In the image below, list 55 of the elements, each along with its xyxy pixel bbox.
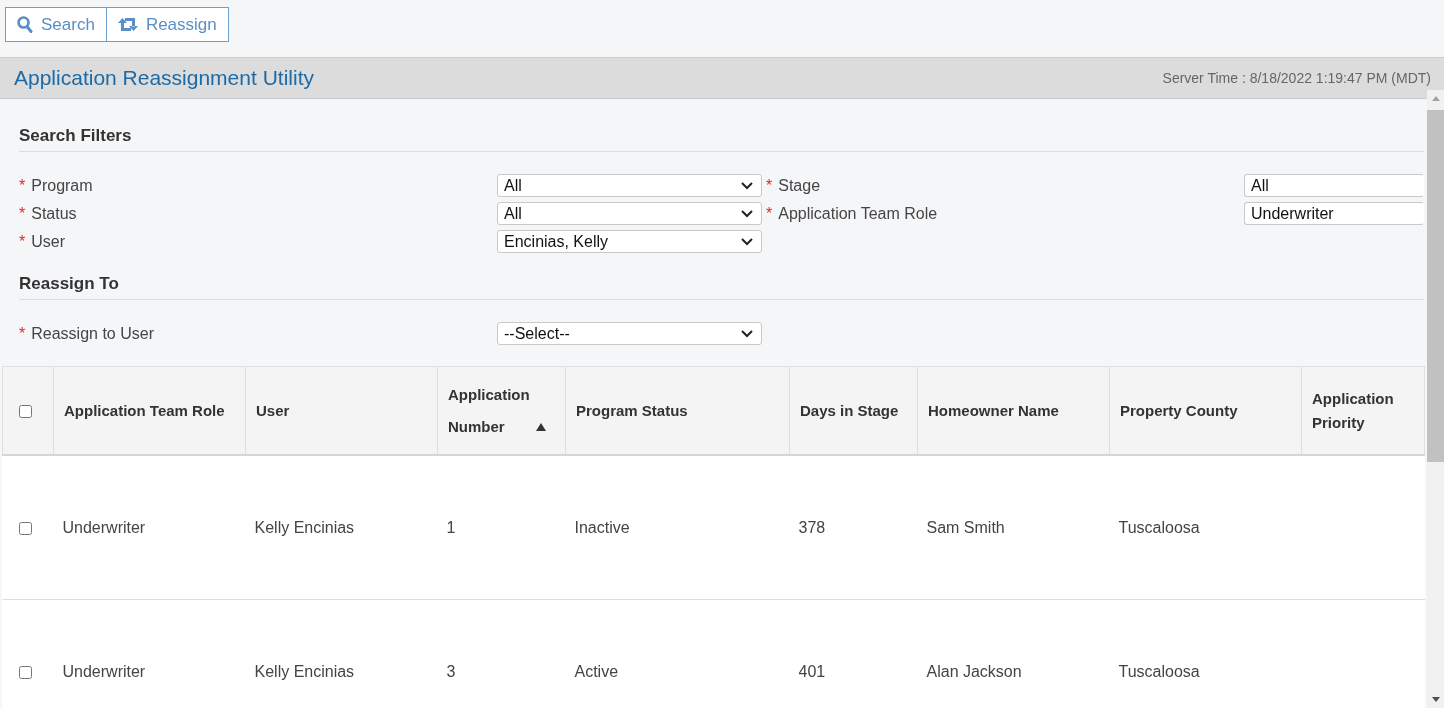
user-name: Kelly Encinias xyxy=(254,518,355,536)
field-label: Application Team Role xyxy=(778,204,938,222)
section-heading: Search Filters xyxy=(19,126,132,145)
chevron-down-icon xyxy=(741,237,753,246)
page-title: Application Reassignment Utility xyxy=(14,66,314,90)
days-in-stage: 401 xyxy=(798,662,826,680)
required-marker: * xyxy=(766,204,773,222)
days-in-stage: 378 xyxy=(798,518,826,536)
field-label: Program xyxy=(31,176,93,194)
program-status: Inactive xyxy=(574,518,630,536)
team-role-text: Underwriter xyxy=(62,518,146,536)
dropdown-field[interactable]: --Select-- xyxy=(497,322,762,345)
homeowner-name: Sam Smith xyxy=(926,518,1005,536)
chevron-down-icon xyxy=(741,209,753,218)
section-heading: Reassign To xyxy=(19,274,119,293)
application-number: 1 xyxy=(446,518,456,536)
dropdown-field[interactable]: All xyxy=(497,174,762,197)
required-marker: * xyxy=(19,232,26,250)
required-marker: * xyxy=(766,176,773,194)
column-header[interactable]: Property County xyxy=(1120,398,1238,423)
column-header[interactable]: Program Status xyxy=(576,398,688,423)
repeat-arrows-icon xyxy=(117,17,138,32)
user-name: Kelly Encinias xyxy=(254,662,355,680)
reassign-button[interactable]: Reassign xyxy=(106,7,229,42)
field-label: User xyxy=(31,232,65,250)
team-role-text: Underwriter xyxy=(62,662,146,680)
row-checkbox[interactable] xyxy=(18,521,32,535)
chevron-down-icon xyxy=(741,329,753,338)
row-checkbox[interactable] xyxy=(18,665,32,679)
program-status: Active xyxy=(574,662,619,680)
county-name: Tuscaloosa xyxy=(1118,518,1200,536)
vertical-scrollbar[interactable] xyxy=(1427,90,1444,708)
required-marker: * xyxy=(19,204,26,222)
field-label: Reassign to User xyxy=(31,324,154,342)
homeowner-name: Alan Jackson xyxy=(926,662,1022,680)
server-time: Server Time : 8/18/2022 1:19:47 PM (MDT) xyxy=(1162,70,1431,86)
scroll-down-icon[interactable] xyxy=(1431,697,1440,702)
column-header[interactable]: Homeowner Name xyxy=(928,398,1059,423)
dropdown-field[interactable]: All xyxy=(497,202,762,225)
dropdown-field[interactable]: All xyxy=(1244,174,1424,197)
scrollbar-thumb[interactable] xyxy=(1427,110,1444,462)
chevron-down-icon xyxy=(741,181,753,190)
field-label: Status xyxy=(31,204,77,222)
application-number: 3 xyxy=(446,662,456,680)
select-all-checkbox[interactable] xyxy=(19,405,32,419)
field-label: Stage xyxy=(778,176,821,194)
dropdown-field[interactable]: Underwriter xyxy=(1244,202,1424,225)
county-name: Tuscaloosa xyxy=(1118,662,1200,680)
sort-ascending-icon[interactable] xyxy=(535,422,546,431)
dropdown-field[interactable]: Encinias, Kelly xyxy=(497,230,762,253)
required-marker: * xyxy=(19,176,26,194)
column-header[interactable]: User xyxy=(256,398,290,423)
required-marker: * xyxy=(19,324,26,342)
search-button[interactable]: Search xyxy=(5,7,107,42)
search-icon xyxy=(17,16,33,33)
